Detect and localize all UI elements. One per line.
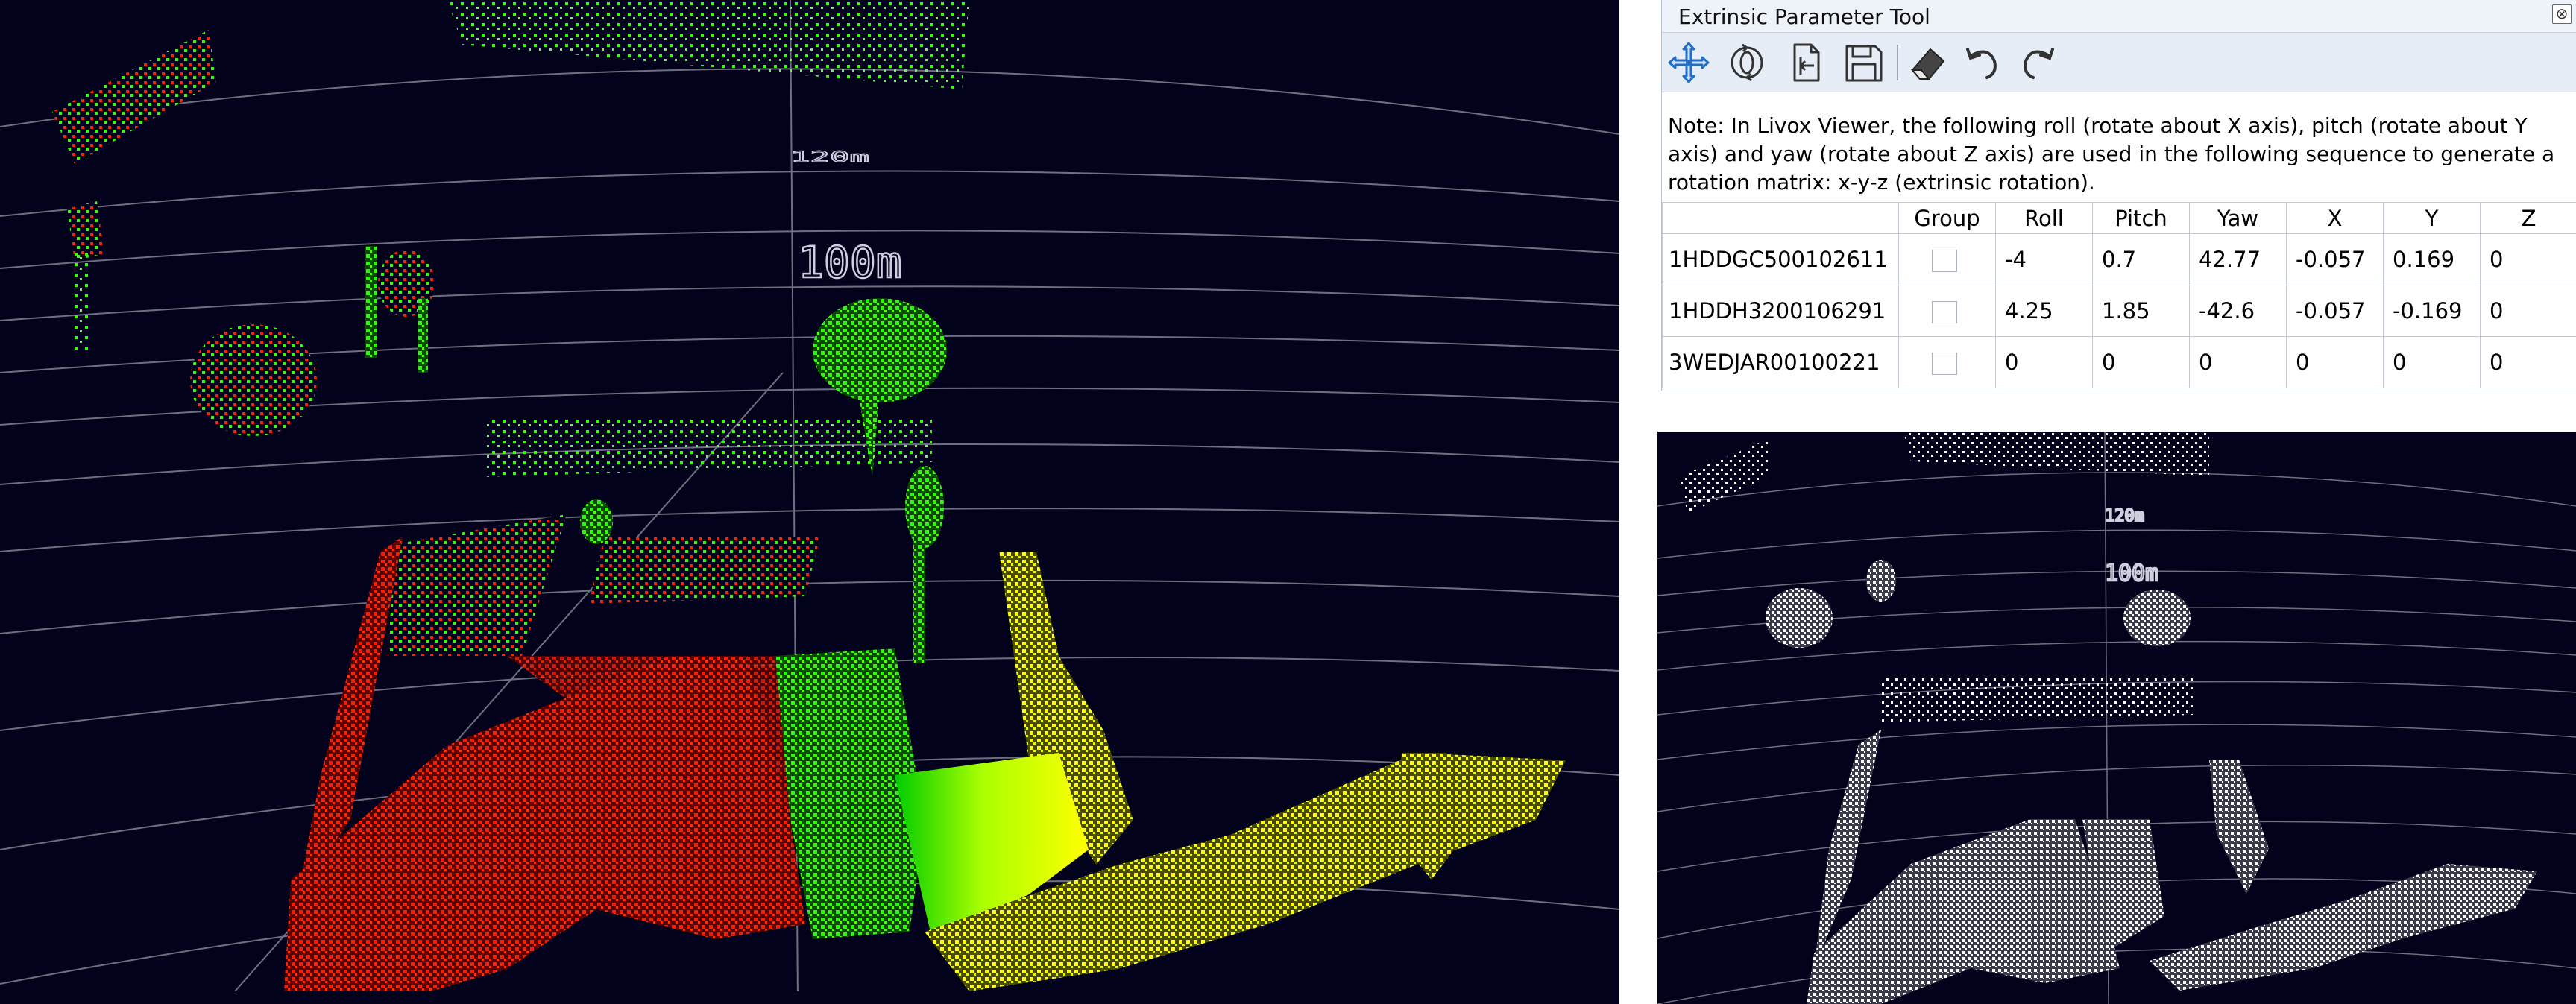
roll-value[interactable]: 0 — [1995, 336, 2093, 388]
undo-button[interactable] — [1957, 39, 2005, 86]
distance-label-100m: 100m — [798, 237, 902, 288]
y-value[interactable]: 0 — [2383, 336, 2481, 388]
panel-toolbar — [1662, 33, 2576, 92]
eraser-icon — [1910, 48, 1945, 80]
point-cloud-lidar-yellow — [895, 552, 1566, 991]
group-cell — [1898, 285, 1996, 337]
extrinsic-table: Group Roll Pitch Yaw X Y Z 1HDDGC5001026… — [1662, 202, 2576, 388]
distance-label-100m-mono: 100m — [2105, 561, 2158, 587]
panel-title: Extrinsic Parameter Tool — [1678, 4, 1930, 29]
group-cell — [1898, 336, 1996, 388]
yaw-value[interactable]: 42.77 — [2189, 233, 2287, 285]
rotation-note: Note: In Livox Viewer, the following rol… — [1668, 113, 2555, 195]
group-checkbox[interactable] — [1931, 301, 1957, 323]
lidar-serial: 1HDDH3200106291 — [1662, 285, 1899, 337]
group-cell — [1898, 233, 1996, 285]
lidar-serial: 1HDDGC500102611 — [1662, 233, 1899, 285]
panel-title-bar[interactable]: Extrinsic Parameter Tool ⊗ — [1662, 0, 2576, 33]
column-header-y: Y — [2383, 202, 2481, 234]
column-header-roll: Roll — [1995, 202, 2093, 234]
point-cloud-viewport[interactable]: 120m 100m — [0, 0, 1619, 1004]
point-cloud-canvas-mono[interactable]: 120m 100m — [1657, 432, 2576, 1004]
undo-icon — [1966, 48, 1997, 79]
move-icon — [1668, 42, 1710, 83]
pitch-value[interactable]: 1.85 — [2092, 285, 2190, 337]
close-panel-button[interactable]: ⊗ — [2552, 4, 2572, 24]
redo-button[interactable] — [2015, 39, 2063, 86]
toolbar-separator — [1897, 45, 1898, 80]
column-header-sn — [1662, 202, 1899, 234]
z-value[interactable]: 0 — [2480, 285, 2576, 337]
import-button[interactable] — [1781, 39, 1829, 86]
x-value[interactable]: 0 — [2286, 336, 2384, 388]
pitch-value[interactable]: 0.7 — [2092, 233, 2190, 285]
column-header-z: Z — [2480, 202, 2576, 234]
distance-label-120m-mono: 120m — [2105, 507, 2144, 525]
column-header-x: X — [2286, 202, 2384, 234]
eraser-button[interactable] — [1903, 39, 1951, 86]
y-value[interactable]: 0.169 — [2383, 233, 2481, 285]
distance-label-120m: 120m — [790, 148, 869, 165]
table-row[interactable]: 3WEDJAR00100221 0 0 0 0 0 0 — [1662, 336, 2576, 388]
import-icon — [1793, 43, 1820, 82]
x-value[interactable]: -0.057 — [2286, 285, 2384, 337]
column-header-yaw: Yaw — [2189, 202, 2287, 234]
x-value[interactable]: -0.057 — [2286, 233, 2384, 285]
column-header-group: Group — [1898, 202, 1996, 234]
table-header-row: Group Roll Pitch Yaw X Y Z — [1662, 202, 2576, 234]
save-button[interactable] — [1839, 39, 1887, 86]
extrinsic-parameter-panel: Extrinsic Parameter Tool ⊗ Note: In Livo… — [1661, 0, 2576, 391]
roll-value[interactable]: -4 — [1995, 233, 2093, 285]
table-row[interactable]: 1HDDGC500102611 -4 0.7 42.77 -0.057 0.16… — [1662, 233, 2576, 285]
point-cloud-viewport-mono[interactable]: 120m 100m — [1657, 432, 2576, 1004]
point-cloud-lidar-red — [52, 30, 820, 1004]
roll-value[interactable]: 4.25 — [1995, 285, 2093, 337]
redo-icon — [2024, 48, 2054, 79]
z-value[interactable]: 0 — [2480, 336, 2576, 388]
z-value[interactable]: 0 — [2480, 233, 2576, 285]
yaw-value[interactable]: 0 — [2189, 336, 2287, 388]
yaw-value[interactable]: -42.6 — [2189, 285, 2287, 337]
lidar-serial: 3WEDJAR00100221 — [1662, 336, 1899, 388]
rotate-icon — [1731, 43, 1763, 82]
column-header-pitch: Pitch — [2092, 202, 2190, 234]
move-button[interactable] — [1665, 39, 1713, 86]
rotate-button[interactable] — [1723, 39, 1771, 86]
point-cloud-canvas[interactable]: 120m 100m — [0, 0, 1619, 1004]
table-row[interactable]: 1HDDH3200106291 4.25 1.85 -42.6 -0.057 -… — [1662, 285, 2576, 337]
pitch-value[interactable]: 0 — [2092, 336, 2190, 388]
close-icon: ⊗ — [2555, 4, 2569, 22]
save-icon — [1845, 45, 1883, 82]
y-value[interactable]: -0.169 — [2383, 285, 2481, 337]
group-checkbox[interactable] — [1931, 250, 1957, 272]
group-checkbox[interactable] — [1931, 353, 1957, 375]
